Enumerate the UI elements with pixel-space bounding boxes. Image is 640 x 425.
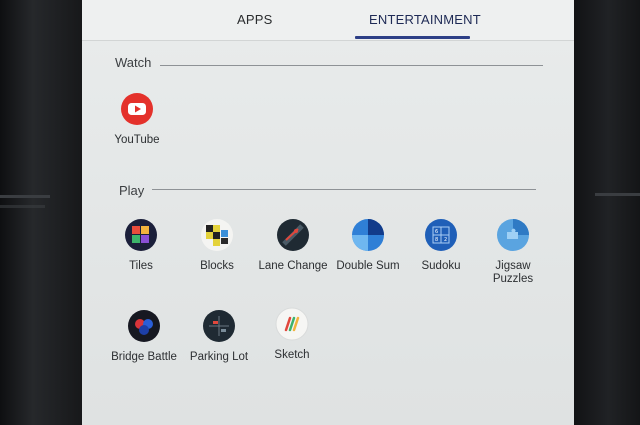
dashboard-left-bezel <box>0 0 82 425</box>
tiles-icon <box>125 219 157 251</box>
app-bridge-battle[interactable]: Bridge Battle <box>104 309 184 364</box>
app-lane-change[interactable]: Lane Change <box>253 218 333 273</box>
app-label: Sketch <box>274 349 310 361</box>
app-label: Double Sum <box>336 260 400 272</box>
app-parking-lot[interactable]: Parking Lot <box>179 309 259 364</box>
app-blocks[interactable]: Blocks <box>177 218 257 273</box>
app-sudoku[interactable]: 6 2 8 Sudoku <box>401 218 481 273</box>
app-jigsaw-puzzles[interactable]: Jigsaw Puzzles <box>473 218 553 286</box>
tab-entertainment[interactable]: ENTERTAINMENT <box>369 12 481 27</box>
app-label: Jigsaw Puzzles <box>473 260 553 286</box>
sketch-icon <box>275 307 309 341</box>
youtube-icon <box>121 93 153 125</box>
svg-text:6: 6 <box>435 229 438 235</box>
tab-bar: APPS ENTERTAINMENT <box>82 0 574 41</box>
lane-change-icon <box>277 219 309 251</box>
section-divider <box>160 65 543 66</box>
parking-lot-icon <box>203 310 235 342</box>
app-sketch[interactable]: Sketch <box>252 307 332 362</box>
vent-slat <box>0 205 45 208</box>
section-title-watch: Watch <box>115 55 152 70</box>
section-title-play: Play <box>119 183 145 198</box>
vent-slat <box>0 195 50 198</box>
app-label: Blocks <box>200 260 234 272</box>
app-label-line: Puzzles <box>492 273 534 285</box>
app-youtube[interactable]: YouTube <box>97 92 177 147</box>
app-label: Parking Lot <box>189 351 249 363</box>
app-label: Tiles <box>129 260 153 272</box>
active-tab-indicator <box>355 36 470 39</box>
blocks-icon <box>201 219 233 251</box>
tab-apps[interactable]: APPS <box>237 12 272 27</box>
touchscreen: APPS ENTERTAINMENT Watch YouTube Play Ti… <box>82 0 574 425</box>
svg-text:2: 2 <box>444 237 447 243</box>
sudoku-icon: 6 2 8 <box>425 219 457 251</box>
app-label: Bridge Battle <box>111 351 177 363</box>
app-label: YouTube <box>114 134 160 146</box>
app-tiles[interactable]: Tiles <box>101 218 181 273</box>
app-label: Lane Change <box>258 260 328 272</box>
vent-slat <box>595 193 640 196</box>
section-divider <box>152 189 536 190</box>
bridge-battle-icon <box>128 310 160 342</box>
double-sum-icon <box>352 219 384 251</box>
app-label-line: Jigsaw <box>495 260 531 272</box>
jigsaw-puzzles-icon <box>497 219 529 251</box>
app-label: Sudoku <box>421 260 461 272</box>
svg-text:8: 8 <box>435 237 438 243</box>
app-double-sum[interactable]: Double Sum <box>328 218 408 273</box>
dashboard-right-bezel <box>570 0 640 425</box>
